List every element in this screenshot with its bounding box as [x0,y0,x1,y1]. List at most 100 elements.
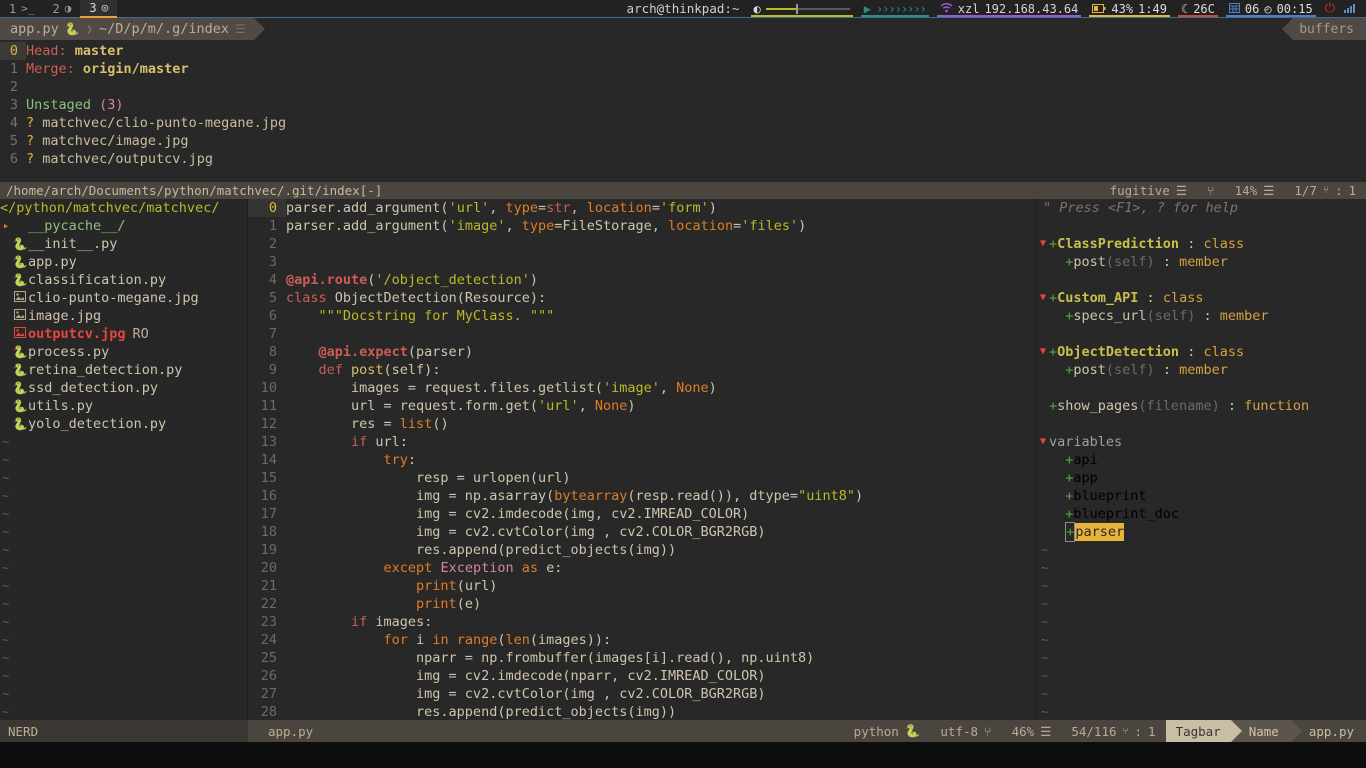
nerdtree-item[interactable]: 🐍 process.py [0,343,247,361]
volume-widget[interactable]: ◐ [747,0,857,18]
chevron-right-icon: ❯ [85,22,93,36]
code-line-content: """Docstring for MyClass. """ [286,307,555,325]
code-line[interactable]: 13 if url: [248,433,1036,451]
tagbar-row[interactable] [1037,271,1366,289]
tagbar-row[interactable]: + specs_url (self) : member [1037,307,1366,325]
tagbar-row[interactable]: " Press <F1>, ? for help [1037,199,1366,217]
code-line[interactable]: 19 res.append(predict_objects(img)) [248,541,1036,559]
tagbar-variable[interactable]: blueprint [1073,487,1146,505]
tagbar-variable[interactable]: blueprint_doc [1073,505,1179,523]
tagbar-row[interactable] [1037,325,1366,343]
code-line[interactable]: 10 images = request.files.getlist('image… [248,379,1036,397]
tab-app-py[interactable]: app.py 🐍 ❯ ~/D/p/m/.g/index ☰ [0,18,265,40]
tagbar-row[interactable] [1037,217,1366,235]
audio-widget[interactable]: ▶ ›››››››› [857,0,933,18]
fold-arrow-icon[interactable]: ▼ [1037,343,1049,361]
nerdtree-item[interactable]: image.jpg [0,307,247,325]
fugitive-row[interactable]: 1 Merge: origin/master [0,60,1366,78]
tagbar-row[interactable]: ▼ variables [1037,433,1366,451]
code-line[interactable]: 28 res.append(predict_objects(img)) [248,703,1036,720]
tagbar-row[interactable] [1037,379,1366,397]
code-line[interactable]: 21 print(url) [248,577,1036,595]
tagbar-row[interactable]: + post (self) : member [1037,253,1366,271]
code-line[interactable]: 0 parser.add_argument('url', type=str, lo… [248,199,1036,217]
tagbar-row[interactable]: + app [1037,469,1366,487]
code-line[interactable]: 25 nparr = np.frombuffer(images[i].read(… [248,649,1036,667]
fold-arrow-icon[interactable]: ▼ [1037,433,1049,451]
nerdtree-item[interactable]: clio-punto-megane.jpg [0,289,247,307]
tagbar-row[interactable]: + show_pages (filename) : function [1037,397,1366,415]
wifi-widget[interactable]: xzl 192.168.43.64 [933,0,1086,18]
nerdtree-item[interactable]: 🐍 retina_detection.py [0,361,247,379]
code-line[interactable]: 6 """Docstring for MyClass. """ [248,307,1036,325]
code-line[interactable]: 7 [248,325,1036,343]
code-line[interactable]: 26 img = cv2.imdecode(nparr, cv2.IMREAD_… [248,667,1036,685]
tagbar-row[interactable]: + blueprint [1037,487,1366,505]
nerdtree-item[interactable]: 🐍 classification.py [0,271,247,289]
tagbar-variable[interactable]: api [1073,451,1097,469]
code-line[interactable]: 1 parser.add_argument('image', type = FileS… [248,217,1036,235]
code-line[interactable]: 4 @api.route('/object_detection') [248,271,1036,289]
code-line[interactable]: 5 class ObjectDetection(Resource): [248,289,1036,307]
code-line[interactable]: 20 except Exception as e: [248,559,1036,577]
battery-widget[interactable]: 43% 1:49 [1085,0,1174,18]
tagbar-row[interactable]: + parser [1037,522,1366,542]
fold-arrow-icon[interactable]: ▼ [1037,235,1049,253]
tagbar-row[interactable] [1037,415,1366,433]
code-line[interactable]: 8 @api.expect(parser) [248,343,1036,361]
tagbar-row[interactable]: + blueprint_doc [1037,505,1366,523]
workspace-1[interactable]: 1 >_ [0,0,43,18]
code-editor[interactable]: 0 parser.add_argument('url', type=str, lo… [248,199,1036,720]
volume-slider[interactable] [765,3,850,14]
fugitive-row[interactable]: 5? matchvec/image.jpg [0,132,1366,150]
fugitive-git-pane[interactable]: 0 Head: master 1 Merge: origin/master 2 3 Unst… [0,40,1366,182]
tagbar-row[interactable]: + post (self) : member [1037,361,1366,379]
tagbar-row[interactable]: ▼ + ObjectDetection : class [1037,343,1366,361]
nerdtree-item[interactable]: 🐍 utils.py [0,397,247,415]
fugitive-row[interactable]: 2 [0,78,1366,96]
signal-widget[interactable] [1340,0,1360,18]
fold-arrow-icon[interactable]: ▼ [1037,289,1049,307]
code-line[interactable]: 17 img = cv2.imdecode(img, cv2.IMREAD_CO… [248,505,1036,523]
nerdtree-item[interactable]: ▸ __pycache__/ [0,217,247,235]
nerdtree-item[interactable]: outputcv.jpg RO [0,325,247,343]
tagbar-variable[interactable]: app [1073,469,1097,487]
code-line[interactable]: 27 img = cv2.cvtColor(img , cv2.COLOR_BG… [248,685,1036,703]
workspace-3[interactable]: 3 ◎ [80,0,118,18]
code-line[interactable]: 15 resp = urlopen(url) [248,469,1036,487]
nerdtree-item[interactable]: 🐍 app.py [0,253,247,271]
tagbar-row[interactable]: ▼ + ClassPrediction : class [1037,235,1366,253]
code-line[interactable]: 16 img = np.asarray(bytearray(resp.read(… [248,487,1036,505]
plus-icon: + [1065,362,1074,378]
code-line[interactable]: 18 img = cv2.cvtColor(img , cv2.COLOR_BG… [248,523,1036,541]
fugitive-row[interactable]: 4? matchvec/clio-punto-megane.jpg [0,114,1366,132]
buffers-indicator[interactable]: buffers [1282,18,1366,40]
date-widget[interactable]: 06 ◴ 00:15 [1222,0,1320,18]
tagbar-row[interactable]: + api [1037,451,1366,469]
nerdtree-panel[interactable]: </python/matchvec/matchvec/ ▸ __pycache__… [0,199,248,720]
code-token: = [651,200,660,216]
fugitive-row[interactable]: 6? matchvec/outputcv.jpg [0,150,1366,168]
fugitive-row[interactable]: 0 Head: master [0,42,1366,60]
tagbar-panel[interactable]: " Press <F1>, ? for help ▼ + ClassPredicti… [1036,199,1366,737]
tagbar-variable[interactable]: parser [1075,523,1125,541]
fugitive-row[interactable]: 3 Unstaged (3) [0,96,1366,114]
code-line[interactable]: 24 for i in range(len(images)): [248,631,1036,649]
code-line[interactable]: 22 print(e) [248,595,1036,613]
nerdtree-item[interactable]: 🐍 ssd_detection.py [0,379,247,397]
code-line[interactable]: 2 [248,235,1036,253]
workspace-2[interactable]: 2 ◑ [43,0,80,18]
power-button[interactable]: ⏻ [1320,0,1340,18]
code-line[interactable]: 11 url = request.form.get('url', None) [248,397,1036,415]
nerdtree-item[interactable]: 🐍 __init__.py [0,235,247,253]
code-line[interactable]: 12 res = list() [248,415,1036,433]
code-line[interactable]: 23 if images: [248,613,1036,631]
code-line[interactable]: 14 try: [248,451,1036,469]
code-line[interactable]: 3 [248,253,1036,271]
temperature-widget[interactable]: ☾ 26C [1174,0,1222,18]
nerdtree-item[interactable]: 🐍 yolo_detection.py [0,415,247,433]
code-line[interactable]: 9 def post(self): [248,361,1036,379]
tagbar-row[interactable]: ▼ + Custom_API : class [1037,289,1366,307]
folder-arrow-icon[interactable]: ▸ [0,217,12,235]
